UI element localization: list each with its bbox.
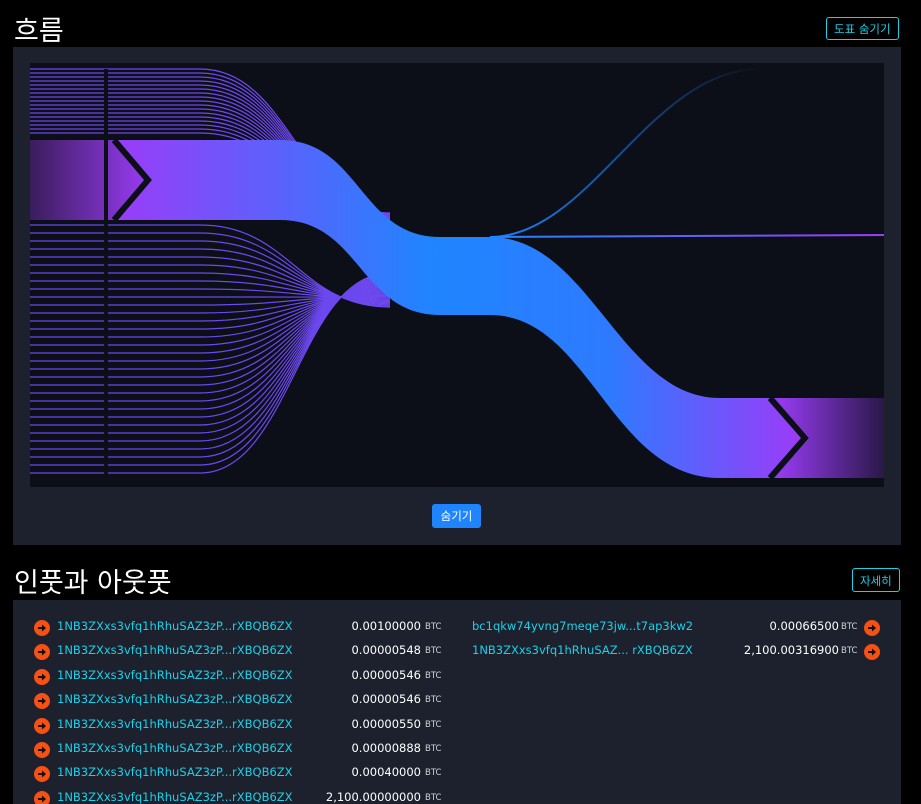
- input-unit: BTC: [425, 646, 442, 657]
- input-amount: 0.00040000: [351, 765, 421, 780]
- input-unit: BTC: [425, 695, 442, 706]
- input-amount: 0.00000548: [351, 643, 421, 658]
- arrow-right-circle-icon[interactable]: [34, 693, 50, 710]
- io-header: 인풋과 아웃풋 자세히: [0, 555, 921, 601]
- input-address-link[interactable]: 1NB3ZXxs3vfq1hRhuSAZ3zP...rXBQB6ZX: [57, 692, 293, 706]
- input-unit: BTC: [425, 744, 442, 754]
- output-address-link[interactable]: 1NB3ZXxs3vfq1hRhuSAZ... rXBQB6ZX: [472, 643, 693, 657]
- input-amount: 0.00000888: [351, 741, 421, 755]
- input-address-link[interactable]: 1NB3ZXxs3vfq1hRhuSAZ3zP...rXBQB6ZX: [57, 668, 293, 682]
- output-row: bc1qkw74yvng7meqe73jw...t7ap3kw2 0.000665…: [471, 616, 883, 640]
- arrow-right-circle-icon[interactable]: [34, 790, 50, 804]
- input-address-link[interactable]: 1NB3ZXxs3vfq1hRhuSAZ3zP...rXBQB6ZX: [57, 790, 293, 804]
- arrow-right-circle-icon[interactable]: [34, 644, 50, 661]
- output-amount: 0.00066500: [769, 619, 839, 633]
- input-row: 1NB3ZXxs3vfq1hRhuSAZ3zP...rXBQB6ZX 0.0000…: [34, 738, 454, 762]
- input-unit: BTC: [425, 792, 442, 803]
- output-unit: BTC: [841, 622, 858, 632]
- io-panel: 1NB3ZXxs3vfq1hRhuSAZ3zP...rXBQB6ZX 0.0010…: [13, 600, 901, 804]
- input-amount: 0.00000546: [351, 667, 421, 682]
- arrow-right-circle-icon[interactable]: [34, 766, 50, 783]
- arrow-right-circle-icon[interactable]: [34, 717, 50, 734]
- arrow-right-circle-icon[interactable]: [864, 620, 880, 636]
- arrow-right-circle-icon[interactable]: [34, 620, 50, 636]
- output-amount: 2,100.00316900: [743, 643, 839, 658]
- input-amount: 0.00100000: [351, 619, 421, 633]
- input-amount: 0.00000550: [351, 716, 421, 731]
- output-address-link[interactable]: bc1qkw74yvng7meqe73jw...t7ap3kw2: [472, 619, 693, 633]
- input-row: 1NB3ZXxs3vfq1hRhuSAZ3zP...rXBQB6ZX 0.0000…: [34, 714, 454, 738]
- input-address-link[interactable]: 1NB3ZXxs3vfq1hRhuSAZ3zP...rXBQB6ZX: [57, 717, 293, 731]
- input-unit: BTC: [425, 670, 442, 681]
- input-row: 1NB3ZXxs3vfq1hRhuSAZ3zP...rXBQB6ZX 0.0000…: [34, 665, 454, 689]
- flow-diagram: [30, 63, 884, 487]
- input-unit: BTC: [425, 622, 442, 632]
- input-unit: BTC: [425, 768, 442, 779]
- arrow-right-circle-icon[interactable]: [34, 668, 50, 685]
- input-separator: [104, 69, 108, 481]
- input-amount: 2,100.00000000: [325, 789, 421, 804]
- io-title: 인풋과 아웃풋: [14, 568, 172, 599]
- arrow-right-circle-icon[interactable]: [864, 644, 880, 661]
- input-row: 1NB3ZXxs3vfq1hRhuSAZ3zP...rXBQB6ZX 0.0010…: [34, 616, 454, 640]
- flow-panel: 숨기기: [13, 47, 901, 545]
- output-unit: BTC: [841, 646, 858, 657]
- input-address-link[interactable]: 1NB3ZXxs3vfq1hRhuSAZ3zP...rXBQB6ZX: [57, 741, 293, 755]
- details-button[interactable]: 자세히: [852, 568, 900, 592]
- hide-button[interactable]: 숨기기: [432, 504, 481, 528]
- arrow-right-circle-icon[interactable]: [34, 742, 50, 758]
- input-address-link[interactable]: 1NB3ZXxs3vfq1hRhuSAZ3zP...rXBQB6ZX: [57, 619, 293, 633]
- output-row: 1NB3ZXxs3vfq1hRhuSAZ... rXBQB6ZX 2,100.00…: [471, 640, 883, 664]
- input-row: 1NB3ZXxs3vfq1hRhuSAZ3zP...rXBQB6ZX 0.0004…: [34, 762, 454, 786]
- hide-chart-button[interactable]: 도표 숨기기: [826, 17, 899, 40]
- input-address-link[interactable]: 1NB3ZXxs3vfq1hRhuSAZ3zP...rXBQB6ZX: [57, 643, 293, 657]
- flow-header: 흐름 도표 숨기기: [0, 0, 921, 47]
- input-address-link[interactable]: 1NB3ZXxs3vfq1hRhuSAZ3zP...rXBQB6ZX: [57, 765, 293, 779]
- input-row: 1NB3ZXxs3vfq1hRhuSAZ3zP...rXBQB6ZX 0.0000…: [34, 640, 454, 664]
- input-row: 1NB3ZXxs3vfq1hRhuSAZ3zP...rXBQB6ZX 2,100.…: [34, 787, 454, 804]
- input-unit: BTC: [425, 719, 442, 730]
- input-row: 1NB3ZXxs3vfq1hRhuSAZ3zP...rXBQB6ZX 0.0000…: [34, 689, 454, 713]
- flow-title: 흐름: [14, 16, 64, 47]
- input-amount: 0.00000546: [351, 692, 421, 707]
